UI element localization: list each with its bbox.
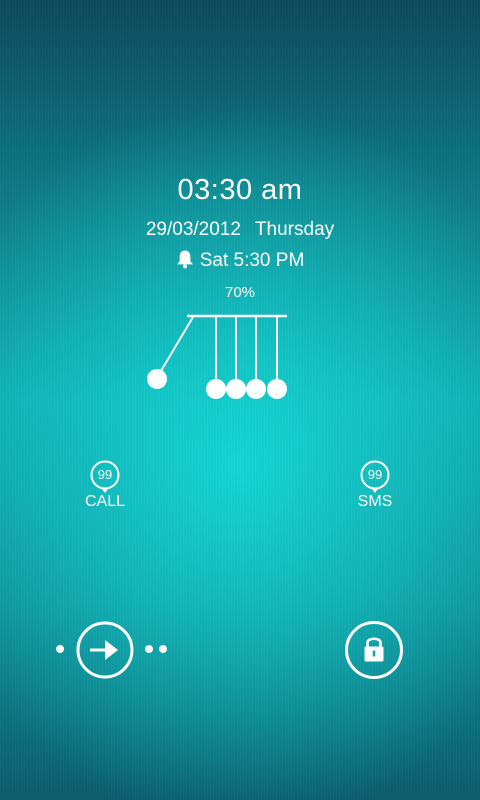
- slider-dot: [159, 645, 167, 653]
- slider-dot: [56, 645, 64, 653]
- clock-weekday: Thursday: [254, 219, 335, 240]
- call-badge-icon: 99: [90, 460, 120, 493]
- call-count: 99: [97, 467, 113, 482]
- clock-date: 29/03/2012: [145, 219, 241, 240]
- newtons-cradle-battery-icon: [147, 314, 287, 399]
- bell-icon: [176, 249, 194, 275]
- lock-icon: [345, 621, 403, 679]
- sms-badge-icon: 99: [360, 460, 390, 493]
- sms-shortcut[interactable]: 99 SMS: [335, 460, 415, 511]
- arrow-right-icon: [76, 621, 134, 679]
- alarm-row: Sat 5:30 PM: [0, 249, 480, 275]
- clock-time: 03:30 am: [177, 174, 303, 206]
- lock-button[interactable]: [344, 620, 404, 685]
- unlock-slider[interactable]: [52, 620, 172, 680]
- slider-dot: [145, 645, 153, 653]
- call-shortcut[interactable]: 99 CALL: [65, 460, 145, 511]
- alarm-text: Sat 5:30 PM: [199, 250, 305, 271]
- unlock-button[interactable]: [76, 621, 134, 684]
- battery-level: 70%: [224, 284, 256, 301]
- sms-count: 99: [367, 467, 383, 482]
- date-row: 29/03/2012 Thursday: [0, 219, 480, 241]
